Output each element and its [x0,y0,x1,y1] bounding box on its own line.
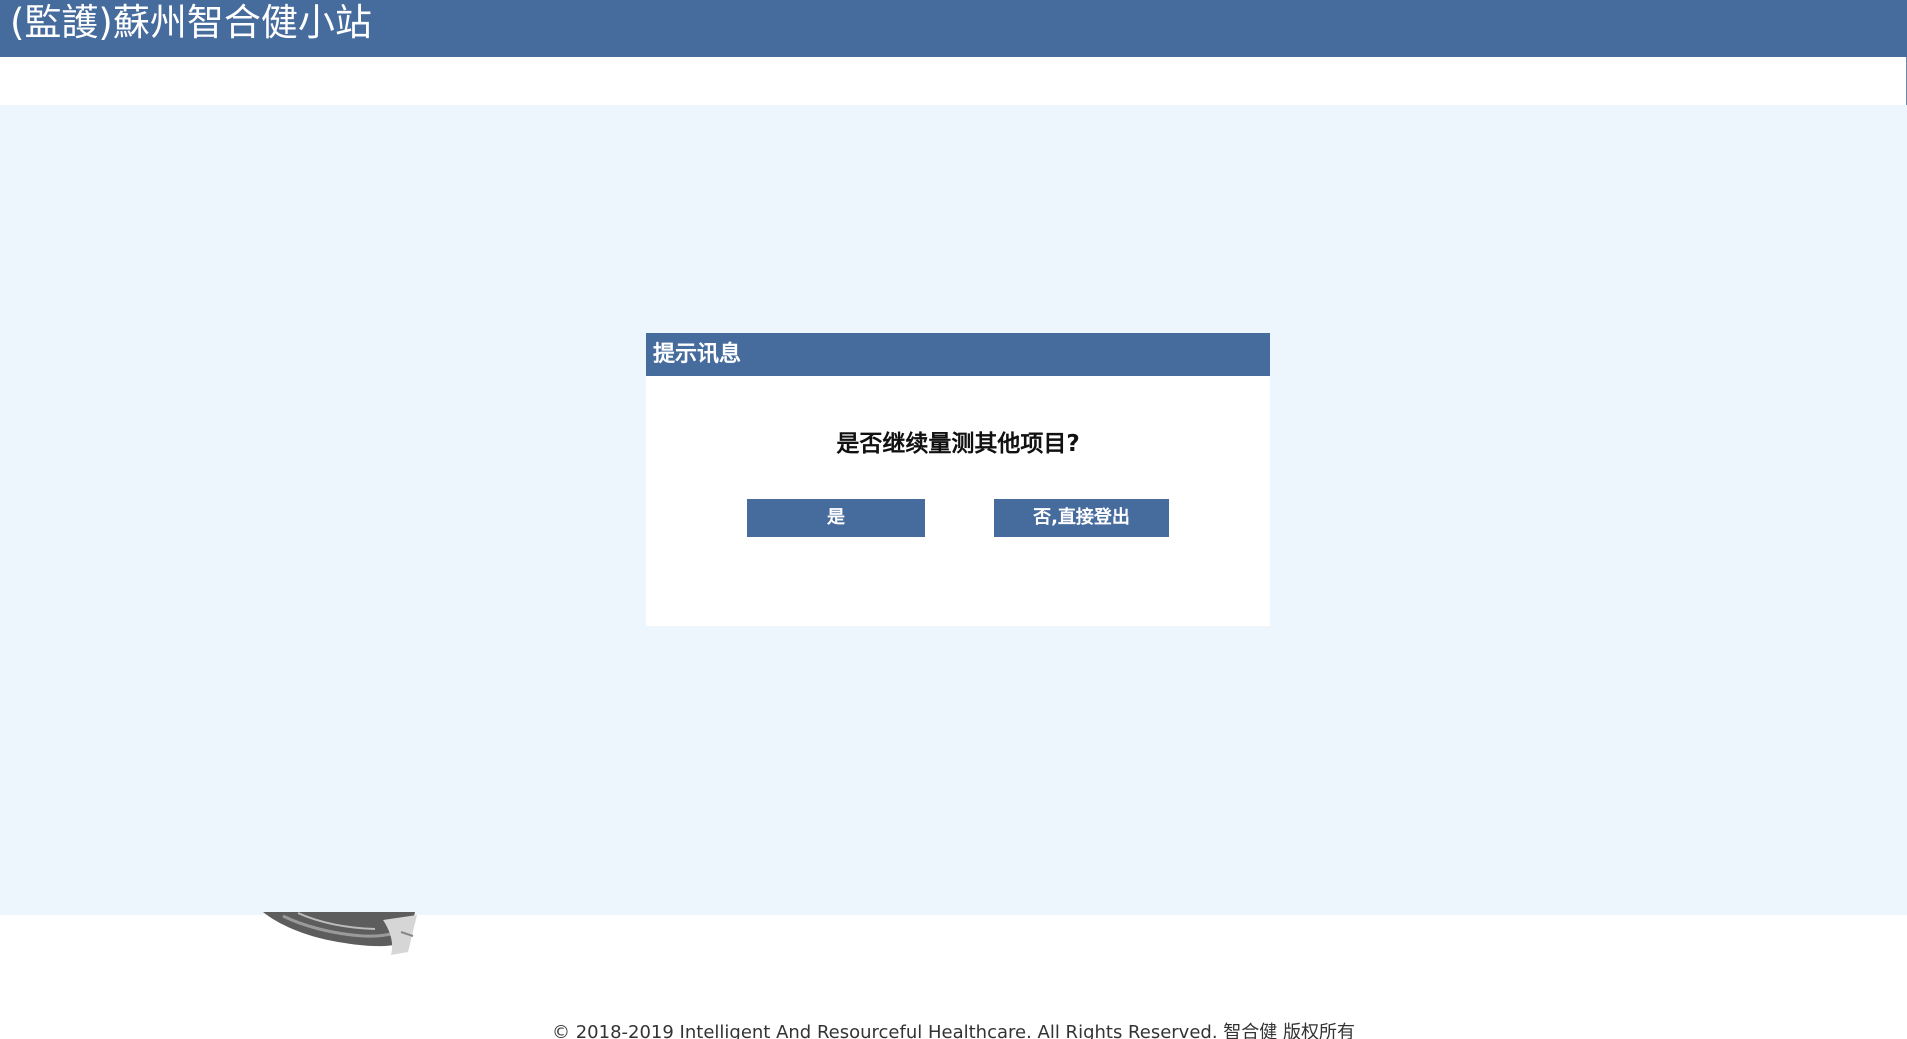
logout-button[interactable]: 否,直接登出 [994,499,1169,537]
header-bar: (監護)蘇州智合健小站 [0,0,1907,57]
site-title: (監護)蘇州智合健小站 [10,1,372,44]
yes-button[interactable]: 是 [747,499,925,537]
prompt-dialog: 提示讯息 是否继续量测其他项目? 是 否,直接登出 [646,333,1270,626]
dialog-message: 是否继续量测其他项目? [836,431,1080,457]
decorative-hand-image [263,912,417,955]
dialog-title: 提示讯息 [653,342,742,367]
page: (監護)蘇州智合健小站 提示讯息 是否继续量测其他项目? 是 否,直接登出 © … [0,0,1907,1039]
dialog-titlebar: 提示讯息 [646,333,1270,376]
footer-copyright: © 2018-2019 Intelligent And Resourceful … [551,1022,1355,1039]
